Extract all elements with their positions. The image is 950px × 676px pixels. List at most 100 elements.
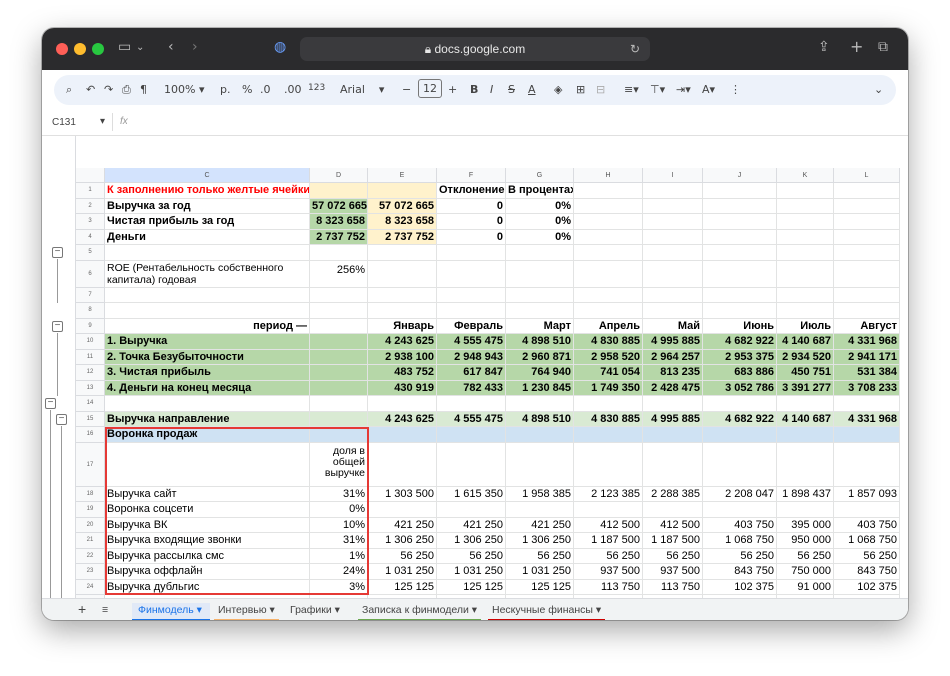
cell-k8[interactable]	[777, 303, 834, 319]
cell-g23[interactable]: 1 031 250	[506, 564, 574, 580]
cell-h16[interactable]	[574, 427, 643, 443]
cell-i8[interactable]	[643, 303, 703, 319]
cell-d14[interactable]	[310, 396, 368, 412]
font-select[interactable]: Arial ▾	[340, 83, 384, 96]
name-box[interactable]: C131	[52, 117, 76, 128]
cell-c10[interactable]: 1. Выручка	[105, 334, 310, 350]
row-header-5[interactable]: 5	[76, 245, 105, 261]
cell-l8[interactable]	[834, 303, 900, 319]
cell-i24[interactable]: 113 750	[643, 579, 703, 595]
cell-k5[interactable]	[777, 245, 834, 261]
cell-i18[interactable]: 2 288 385	[643, 486, 703, 502]
cell-e11[interactable]: 2 938 100	[368, 349, 437, 365]
cell-f4[interactable]: 0	[437, 229, 506, 245]
cell-g3[interactable]: 0%	[506, 214, 574, 230]
cell-j17[interactable]	[703, 442, 777, 487]
cell-f11[interactable]: 2 948 943	[437, 349, 506, 365]
cell-j8[interactable]	[703, 303, 777, 319]
tab-overview-icon[interactable]: ⧉	[878, 39, 888, 55]
valign-icon[interactable]: ⊤▾	[650, 83, 665, 96]
cell-e21[interactable]: 1 306 250	[368, 533, 437, 549]
currency-format-button[interactable]: р.	[220, 83, 230, 96]
row-header-23[interactable]: 23	[76, 564, 105, 580]
cell-f22[interactable]: 56 250	[437, 548, 506, 564]
cell-j12[interactable]: 683 886	[703, 365, 777, 381]
cell-l2[interactable]	[834, 198, 900, 214]
cell-l11[interactable]: 2 941 171	[834, 349, 900, 365]
cell-e9[interactable]: Январь	[368, 318, 437, 334]
cell-h14[interactable]	[574, 396, 643, 412]
cell-i6[interactable]	[643, 260, 703, 288]
tab-interview[interactable]: Интервью ▾	[214, 603, 279, 620]
text-color-button[interactable]: A	[528, 83, 536, 96]
cell-i23[interactable]: 937 500	[643, 564, 703, 580]
cell-d9[interactable]	[310, 318, 368, 334]
cell-l24[interactable]: 102 375	[834, 579, 900, 595]
cell-j6[interactable]	[703, 260, 777, 288]
collapse-group-button[interactable]: −	[52, 247, 63, 258]
cell-l20[interactable]: 403 750	[834, 517, 900, 533]
cell-g2[interactable]: 0%	[506, 198, 574, 214]
cell-d11[interactable]	[310, 349, 368, 365]
cell-l9[interactable]: Август	[834, 318, 900, 334]
collapse-group-button[interactable]: −	[56, 413, 67, 425]
cell-j5[interactable]	[703, 245, 777, 261]
cell-f9[interactable]: Февраль	[437, 318, 506, 334]
cell-c7[interactable]	[105, 287, 310, 303]
cell-c11[interactable]: 2. Точка Безубыточности	[105, 349, 310, 365]
cell-e7[interactable]	[368, 287, 437, 303]
cell-i2[interactable]	[643, 198, 703, 214]
cell-e10[interactable]: 4 243 625	[368, 334, 437, 350]
cell-d3[interactable]: 8 323 658	[310, 214, 368, 230]
cell-g7[interactable]	[506, 287, 574, 303]
cell-d6[interactable]: 256%	[310, 260, 368, 288]
cell-f7[interactable]	[437, 287, 506, 303]
row-header-14[interactable]: 14	[76, 396, 105, 412]
row-header-24[interactable]: 24	[76, 579, 105, 595]
cell-g6[interactable]	[506, 260, 574, 288]
cell-i13[interactable]: 2 428 475	[643, 380, 703, 396]
cell-j3[interactable]	[703, 214, 777, 230]
cell-h17[interactable]	[574, 442, 643, 487]
cell-c15[interactable]: Выручка направление	[105, 411, 310, 427]
row-header-22[interactable]: 22	[76, 548, 105, 564]
cell-k10[interactable]: 4 140 687	[777, 334, 834, 350]
more-formats-button[interactable]: 123	[308, 83, 325, 93]
cell-g16[interactable]	[506, 427, 574, 443]
cell-j24[interactable]: 102 375	[703, 579, 777, 595]
back-icon[interactable]: ‹	[168, 39, 174, 55]
row-header-19[interactable]: 19	[76, 502, 105, 518]
cell-f13[interactable]: 782 433	[437, 380, 506, 396]
cell-e23[interactable]: 1 031 250	[368, 564, 437, 580]
close-window-button[interactable]	[56, 43, 68, 55]
italic-button[interactable]: I	[490, 83, 493, 96]
cell-c9[interactable]: период —	[105, 318, 310, 334]
cell-g5[interactable]	[506, 245, 574, 261]
row-header-9[interactable]: 9	[76, 318, 105, 334]
cell-c8[interactable]	[105, 303, 310, 319]
cell-k19[interactable]	[777, 502, 834, 518]
all-sheets-icon[interactable]: ≡	[102, 603, 108, 620]
cell-h15[interactable]: 4 830 885	[574, 411, 643, 427]
cell-d15[interactable]	[310, 411, 368, 427]
cell-i16[interactable]	[643, 427, 703, 443]
cell-k23[interactable]: 750 000	[777, 564, 834, 580]
tab-charts[interactable]: Графики ▾	[290, 603, 340, 620]
cell-f16[interactable]	[437, 427, 506, 443]
column-header-f[interactable]: F	[437, 168, 506, 183]
strikethrough-button[interactable]: S	[508, 83, 515, 96]
cell-e17[interactable]	[368, 442, 437, 487]
cell-k3[interactable]	[777, 214, 834, 230]
cell-g20[interactable]: 421 250	[506, 517, 574, 533]
cell-e8[interactable]	[368, 303, 437, 319]
cell-i14[interactable]	[643, 396, 703, 412]
decrease-font-size-button[interactable]: −	[402, 83, 411, 96]
cell-h1[interactable]	[574, 183, 643, 199]
cell-h8[interactable]	[574, 303, 643, 319]
minimize-window-button[interactable]	[74, 43, 86, 55]
cell-j22[interactable]: 56 250	[703, 548, 777, 564]
cell-d7[interactable]	[310, 287, 368, 303]
cell-i21[interactable]: 1 187 500	[643, 533, 703, 549]
cell-l1[interactable]	[834, 183, 900, 199]
cell-l15[interactable]: 4 331 968	[834, 411, 900, 427]
